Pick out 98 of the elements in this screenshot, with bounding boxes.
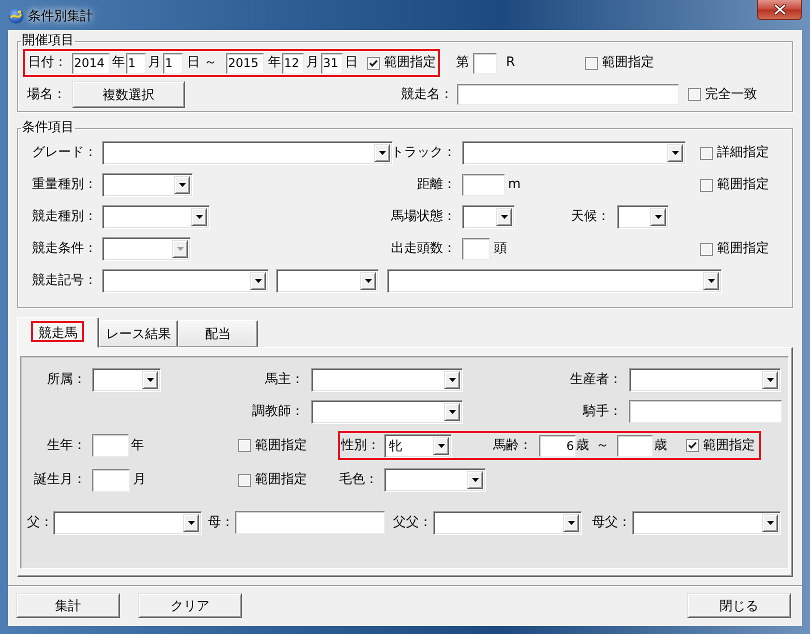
inline-label: ～ [596,438,609,454]
inline-label: 年 [131,438,144,454]
dropdown[interactable] [102,141,393,165]
dropdown[interactable] [387,269,722,293]
dropdown[interactable] [617,205,669,229]
checkbox[interactable]: 完全一致 [688,86,757,102]
checkbox[interactable]: 範囲指定 [700,177,769,193]
text-field[interactable] [473,52,497,74]
text-field[interactable]: 1 [126,52,146,74]
group-title: 条件項目 [21,121,75,135]
field-label: 馬齢： [493,438,532,454]
tab[interactable]: 配当 [178,320,258,347]
dropdown[interactable] [629,368,781,392]
field-label: 母： [208,514,234,530]
inline-label: 年 [112,55,125,71]
dropdown[interactable] [462,205,515,229]
close-icon [774,4,786,15]
window-title: 条件別集計 [28,9,93,24]
dropdown[interactable] [311,368,463,392]
text-field[interactable]: 12 [282,52,304,74]
checkbox[interactable]: 範囲指定 [367,55,436,71]
field-label: 調教師： [252,404,304,420]
inline-label: 月 [133,472,146,488]
inline-label: 月 [306,55,319,71]
text-field[interactable] [457,84,679,105]
field-label: 天候： [571,209,610,225]
inline-label: R [506,55,516,71]
dropdown[interactable] [102,173,193,197]
inline-label: ～ [204,55,217,71]
text-field[interactable] [462,174,505,196]
inline-label: 年 [268,55,281,71]
text-field[interactable] [92,434,129,457]
field-label: 母父： [592,514,631,530]
checkbox[interactable]: 範囲指定 [700,241,769,257]
field-label: 父： [27,514,53,530]
field-label: 競走種別： [32,209,97,225]
field-label: 場名： [27,86,66,102]
inline-label: 日 [187,55,200,71]
checkbox[interactable]: 範囲指定 [585,55,654,71]
field-label: 生産者： [570,372,622,388]
inline-label: 日 [345,55,358,71]
text-field[interactable]: 2014 [72,52,110,74]
text-field[interactable]: 31 [321,52,343,74]
field-label: 日付： [28,55,67,71]
field-label: 性別： [341,438,380,454]
field-label: 騎手： [583,404,622,420]
field-label: 競走条件： [32,241,97,257]
inline-label: 第 [456,55,469,71]
tab[interactable]: レース結果 [99,320,178,347]
field-label: 馬場状態： [391,209,456,225]
tab[interactable]: 競走馬 [17,317,99,348]
inline-label: 月 [148,55,161,71]
checkbox[interactable]: 詳細指定 [700,145,769,161]
dropdown[interactable] [433,510,582,534]
checkbox[interactable]: 範囲指定 [238,472,307,488]
dropdown[interactable] [92,368,161,392]
text-field[interactable] [462,238,490,260]
field-label: 競走名： [401,86,453,102]
dropdown[interactable]: 牝 [384,434,452,458]
field-label: トラック： [391,145,456,161]
inline-label: 歳 [576,438,589,454]
close-dialog-button[interactable]: 閉じる [687,593,791,618]
select-button[interactable]: 複数選択 [72,81,185,108]
field-label: 父父： [393,514,432,530]
dropdown[interactable] [311,400,463,424]
text-field[interactable] [629,400,782,423]
dropdown[interactable] [276,269,379,293]
field-label: 所属： [47,372,86,388]
text-field[interactable]: 2015 [226,52,264,74]
dropdown[interactable] [53,510,202,534]
close-button[interactable] [757,0,802,20]
field-label: 誕生月： [34,472,86,488]
clear-button[interactable]: クリア [138,593,242,618]
dropdown[interactable] [102,269,269,293]
dropdown[interactable] [462,141,686,165]
field-label: 競走記号： [32,273,97,289]
inline-label: m [508,177,521,193]
field-label: 距離： [417,177,456,193]
inline-label: 歳 [654,438,667,454]
field-label: グレード： [32,145,97,161]
inline-label: 頭 [494,241,507,257]
checkbox[interactable]: 範囲指定 [686,438,755,454]
field-label: 毛色： [339,472,378,488]
text-field[interactable] [617,434,653,456]
text-field[interactable] [92,468,130,492]
field-label: 出走頭数： [391,241,456,257]
field-label: 重量種別： [32,177,97,193]
dropdown[interactable] [632,510,781,534]
field-label: 馬主： [265,372,304,388]
field-label: 生年： [47,438,86,454]
checkbox[interactable]: 範囲指定 [238,438,307,454]
text-field[interactable]: 6 [539,434,576,456]
text-field[interactable] [235,511,385,534]
group-title: 開催項目 [21,34,75,48]
text-field[interactable]: 1 [163,52,183,74]
tally-button[interactable]: 集計 [16,593,120,618]
dropdown[interactable] [102,205,210,229]
dropdown[interactable] [384,468,486,492]
